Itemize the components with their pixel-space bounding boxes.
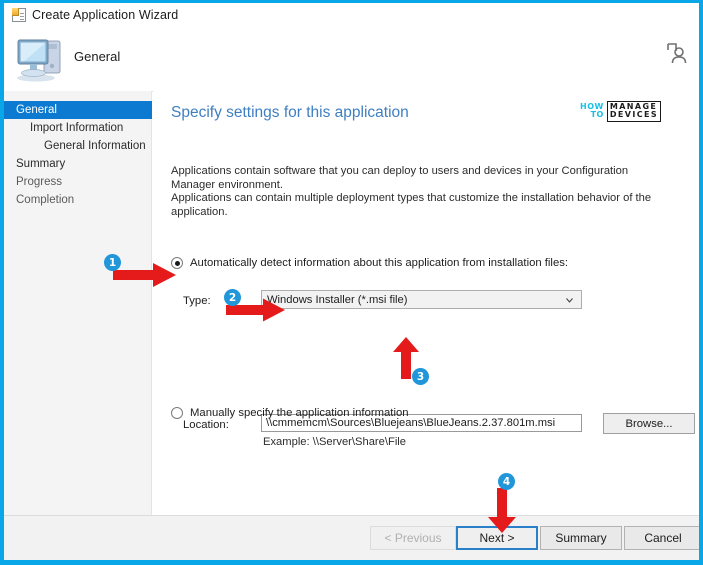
wizard-app-icon: [12, 8, 26, 22]
sidebar-item-general[interactable]: General: [4, 101, 152, 119]
description-line-1: Applications contain software that you c…: [171, 165, 629, 191]
callout-badge-1: 1: [104, 254, 121, 271]
callout-badge-2: 2: [224, 289, 241, 306]
type-label: Type:: [183, 295, 211, 307]
callout-arrow-down-4: [488, 488, 516, 533]
wizard-window: Create Application Wizard General Genera…: [4, 3, 699, 560]
location-example-text: Example: \\Server\Share\File: [263, 436, 407, 448]
description-line-2: Applications can contain multiple deploy…: [171, 192, 652, 218]
callout-badge-4: 4: [498, 473, 515, 490]
location-label: Location:: [183, 419, 229, 431]
header-page-title: General: [74, 49, 121, 64]
sidebar-item-progress[interactable]: Progress: [4, 173, 151, 191]
user-account-icon[interactable]: [665, 40, 691, 66]
logo-box: MANAGE DEVICES: [606, 100, 661, 122]
page-description: Applications contain software that you c…: [171, 165, 671, 219]
radio-manual-specify-label: Manually specify the application informa…: [190, 407, 409, 419]
computer-icon: [17, 39, 61, 82]
wizard-step-sidebar: General Import Information General Infor…: [4, 91, 152, 516]
radio-manual-specify-indicator[interactable]: [171, 407, 183, 419]
logo-howto-text: HOW TO: [580, 103, 604, 119]
window-title: Create Application Wizard: [32, 8, 179, 22]
type-select[interactable]: Windows Installer (*.msi file): [261, 290, 582, 309]
howtomanagedevices-logo: HOW TO MANAGE DEVICES: [580, 100, 661, 122]
summary-button[interactable]: Summary: [540, 526, 622, 550]
wizard-header: General: [4, 27, 699, 92]
title-bar: Create Application Wizard: [4, 3, 699, 27]
logo-to-text: TO: [590, 110, 604, 119]
logo-devices-text: DEVICES: [609, 110, 658, 119]
sidebar-item-import-information[interactable]: Import Information: [4, 119, 151, 137]
type-select-value: Windows Installer (*.msi file): [267, 293, 408, 306]
chevron-down-icon: [566, 298, 573, 303]
radio-auto-detect-label: Automatically detect information about t…: [190, 257, 569, 269]
page-title: Specify settings for this application: [171, 104, 409, 121]
cancel-button[interactable]: Cancel: [624, 526, 699, 550]
browse-button[interactable]: Browse...: [603, 413, 695, 434]
radio-auto-detect[interactable]: Automatically detect information about t…: [171, 257, 568, 269]
previous-button: < Previous: [370, 526, 456, 550]
sidebar-item-general-information[interactable]: General Information: [4, 137, 151, 155]
sidebar-item-completion[interactable]: Completion: [4, 191, 151, 209]
callout-arrow-right-1: [113, 263, 176, 287]
radio-manual-specify[interactable]: Manually specify the application informa…: [171, 407, 409, 419]
wizard-footer: < Previous Next > Summary Cancel: [4, 515, 699, 560]
sidebar-item-summary[interactable]: Summary: [4, 155, 151, 173]
screen-background: Create Application Wizard General Genera…: [0, 0, 703, 565]
callout-badge-3: 3: [412, 368, 429, 385]
